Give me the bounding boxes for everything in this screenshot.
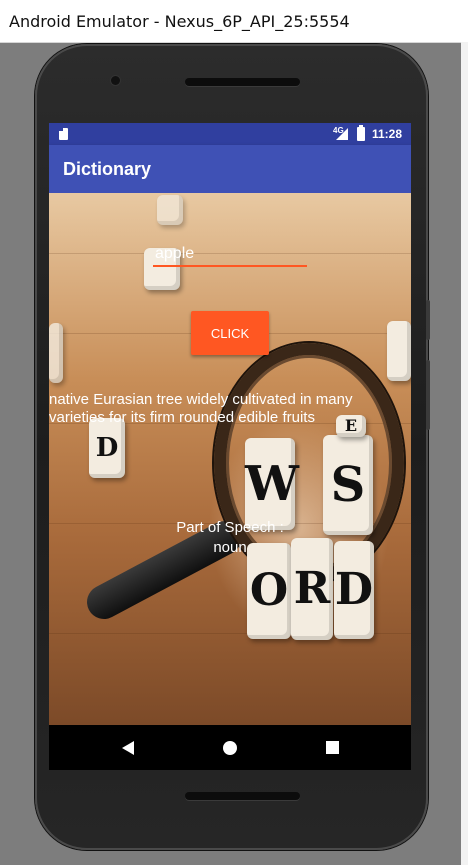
back-icon[interactable] — [122, 741, 134, 755]
battery-icon — [357, 125, 365, 141]
app-title: Dictionary — [63, 159, 152, 179]
emulator-titlebar: Android Emulator - Nexus_6P_API_25:5554 — [0, 0, 468, 43]
background-image: D W S E O R D CLICK native Eurasian tree… — [49, 193, 411, 725]
window-title: Android Emulator - Nexus_6P_API_25:5554 — [9, 12, 350, 31]
letter-cube — [387, 321, 411, 381]
letter-cube: D — [89, 418, 125, 478]
part-of-speech-label: Part of Speech : — [176, 519, 284, 536]
network-type: 4G — [333, 126, 344, 135]
click-button[interactable]: CLICK — [191, 311, 269, 355]
letter-cube-o: O — [247, 543, 291, 639]
status-bar: 4G 11:28 — [49, 123, 411, 145]
status-time: 11:28 — [372, 127, 403, 141]
phone-screen: 4G 11:28 Dictionary D W S E O R D CLICK … — [49, 123, 411, 770]
recents-icon[interactable] — [326, 741, 339, 754]
letter-cube — [49, 323, 63, 383]
word-input[interactable] — [153, 243, 307, 267]
top-speaker — [185, 78, 300, 86]
part-of-speech-value: noun — [213, 539, 247, 556]
letter-cube-w: W — [245, 438, 299, 530]
letter-cube — [157, 195, 183, 225]
app-bar: Dictionary — [49, 145, 411, 193]
volume-button[interactable] — [426, 360, 430, 430]
window-edge — [461, 42, 468, 865]
sd-card-icon — [59, 128, 68, 140]
navigation-bar — [49, 725, 411, 770]
bottom-speaker — [185, 792, 300, 800]
definition-text: native Eurasian tree widely cultivated i… — [49, 391, 353, 426]
front-camera — [111, 76, 120, 85]
power-button[interactable] — [426, 300, 430, 340]
home-icon[interactable] — [223, 741, 237, 755]
